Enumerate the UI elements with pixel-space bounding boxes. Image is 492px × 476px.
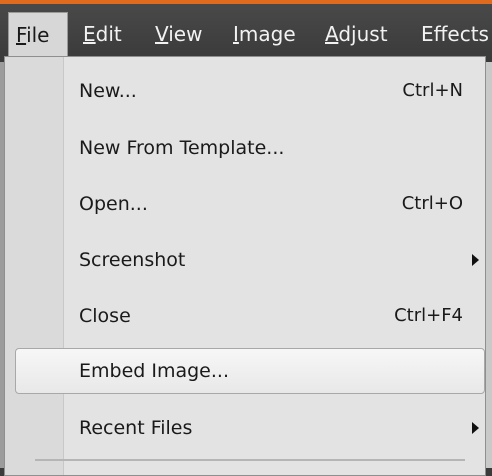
- menu-effects-label: Effects: [421, 22, 489, 46]
- menu-item-open-label: Open...: [79, 193, 148, 215]
- menu-item-new[interactable]: New... Ctrl+N: [5, 65, 485, 117]
- menu-item-embed-image-label: Embed Image...: [79, 360, 229, 382]
- menu-view-label: iew: [168, 22, 203, 46]
- menu-adjust-mnemonic: A: [325, 22, 339, 46]
- menu-view[interactable]: View: [148, 12, 209, 56]
- menu-effects[interactable]: Effects: [414, 12, 492, 56]
- menu-item-embed-image[interactable]: Embed Image...: [15, 345, 485, 397]
- menu-item-open[interactable]: Open... Ctrl+O: [5, 178, 485, 230]
- menu-item-screenshot[interactable]: Screenshot: [5, 234, 485, 286]
- menu-separator: [35, 459, 465, 461]
- menu-item-new-shortcut: Ctrl+N: [402, 80, 463, 101]
- submenu-arrow-icon: [472, 422, 479, 434]
- menu-item-new-label: New...: [79, 80, 137, 102]
- menu-image-label: mage: [238, 22, 296, 46]
- menu-adjust-label: djust: [338, 22, 388, 46]
- menu-bar: File Edit View Image Adjust Effects: [0, 0, 492, 62]
- menu-item-open-shortcut: Ctrl+O: [401, 193, 463, 214]
- menu-item-new-from-template-label: New From Template...: [79, 137, 285, 159]
- menu-image[interactable]: Image: [226, 12, 303, 56]
- menu-file-mnemonic: F: [16, 23, 27, 47]
- menu-item-new-from-template[interactable]: New From Template...: [5, 122, 485, 174]
- file-menu-dropdown: New... Ctrl+N New From Template... Open.…: [4, 56, 486, 476]
- menu-view-mnemonic: V: [155, 22, 169, 46]
- menu-item-close[interactable]: Close Ctrl+F4: [5, 290, 485, 342]
- menu-item-close-shortcut: Ctrl+F4: [394, 305, 463, 326]
- menu-adjust[interactable]: Adjust: [318, 12, 395, 56]
- accent-bar: [0, 0, 492, 4]
- menu-edit-label: dit: [95, 22, 122, 46]
- background-right-edge: [486, 62, 492, 468]
- menu-item-recent-files[interactable]: Recent Files: [5, 402, 485, 454]
- menu-item-screenshot-label: Screenshot: [79, 249, 186, 271]
- menu-file[interactable]: File: [8, 12, 68, 56]
- menu-item-recent-files-label: Recent Files: [79, 417, 193, 439]
- menu-file-label: ile: [26, 23, 50, 47]
- submenu-arrow-icon: [472, 254, 479, 266]
- menu-edit[interactable]: Edit: [76, 12, 129, 56]
- menu-edit-mnemonic: E: [83, 22, 96, 46]
- menu-item-close-label: Close: [79, 305, 131, 327]
